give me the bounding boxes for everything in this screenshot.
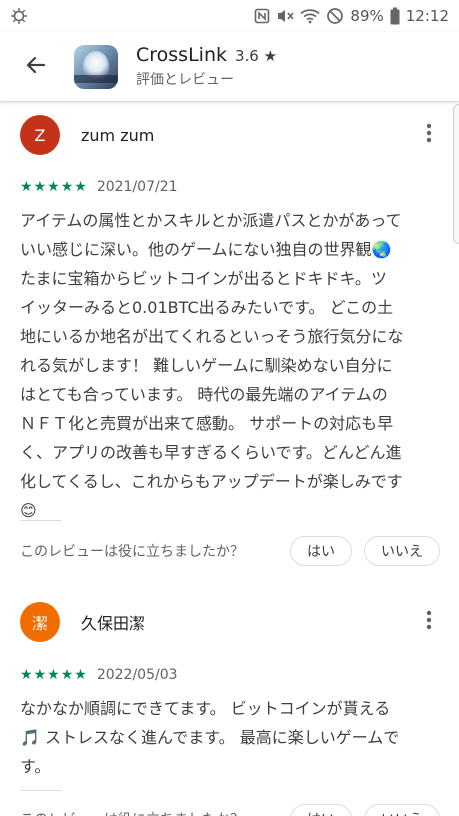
review-line: なかなか順調にできてます。 ビットコインが貰える: [20, 699, 391, 718]
helpful-question: このレビューは役に立ちましたか？: [20, 809, 244, 816]
review-line: 地にいるか地名が出てくれるといっそう旅行気分にな: [20, 327, 404, 346]
review-line: アイテムの属性とかスキルとか派遣パスとかがあって: [20, 211, 402, 230]
wifi-icon: [300, 8, 320, 24]
review-line: はとても合っています。 時代の最先端のアイテムの: [20, 385, 388, 404]
app-icon: [74, 44, 118, 89]
helpful-question: このレビューは役に立ちましたか？: [20, 544, 244, 560]
review-text: アイテムの属性とかスキルとか派遣パスとかがあって いい感じに深い。他のゲームにな…: [20, 206, 440, 525]
review-line: 🎵 ストレスなく進んでます。 最高に楽しいゲームで: [20, 728, 400, 747]
review-rating: ★ ★ ★ ★ ★ 2021/07/21: [20, 179, 178, 195]
star-icon: ★: [60, 667, 74, 683]
app-titles: CrossLink 3.6 ★ 評価とレビュー: [136, 44, 277, 89]
review-line: イッターみると0.01BTC出るみたいです。 どこの土: [20, 298, 394, 317]
clock: 12:12: [405, 7, 449, 25]
helpful-no-button[interactable]: いいえ: [364, 804, 440, 816]
helpful-no-button[interactable]: いいえ: [364, 536, 440, 566]
review-line: く、アプリの改善も早すぎるくらいです。どんどん進: [20, 443, 402, 462]
review-line: たまに宝箱からビットコインが出るとドキドキ。ツ: [20, 269, 387, 288]
app-rating-value: 3.6: [235, 47, 259, 65]
avatar: Z: [20, 115, 60, 155]
helpful-yes-button[interactable]: はい: [290, 536, 352, 566]
sync-icon: [10, 7, 28, 25]
star-icon: ★: [33, 667, 47, 683]
divider: [20, 520, 62, 521]
helpful-yes-button[interactable]: はい: [290, 804, 352, 816]
app-bar: CrossLink 3.6 ★ 評価とレビュー: [0, 32, 459, 102]
dnd-icon: [326, 7, 344, 25]
review-line: ＮＦＴ化と売買が出来て感動。 サポートの対応も早: [20, 414, 394, 433]
review-more-button[interactable]: [417, 602, 441, 642]
battery-percent: 89%: [350, 7, 384, 25]
avatar: 潔: [20, 602, 60, 642]
review-line: 😊: [20, 501, 37, 520]
app-rating: 3.6 ★: [235, 47, 277, 65]
review-rating: ★ ★ ★ ★ ★ 2022/05/03: [20, 667, 178, 683]
review-line: れる気がします！ 難しいゲームに馴染めない自分に: [20, 356, 393, 375]
review-date: 2021/07/21: [96, 179, 178, 195]
back-button[interactable]: [12, 43, 60, 91]
star-icon: ★: [20, 179, 33, 195]
helpful-row: このレビューは役に立ちましたか？ はい いいえ: [20, 536, 440, 566]
star-icon: ★: [74, 179, 87, 195]
more-vert-icon: [426, 123, 432, 147]
star-icon: ★: [263, 47, 278, 65]
review-line: 化してくるし、これからもアップデートが楽しみです: [20, 472, 403, 491]
review-date: 2022/05/03: [96, 667, 178, 683]
reviewer-name: zum zum: [81, 125, 155, 145]
battery-icon: [390, 7, 400, 25]
helpful-row: このレビューは役に立ちましたか？ はい いいえ: [20, 804, 440, 816]
star-icon: ★: [47, 179, 60, 195]
app-name: CrossLink: [136, 44, 227, 66]
status-bar: 89% 12:12: [0, 0, 459, 32]
mute-icon: [276, 8, 295, 24]
star-icon: ★: [20, 667, 33, 683]
star-icon: ★: [74, 667, 87, 683]
star-rating: ★ ★ ★ ★ ★: [20, 180, 87, 194]
star-rating: ★ ★ ★ ★ ★: [20, 668, 87, 682]
review-text: なかなか順調にできてます。 ビットコインが貰える 🎵 ストレスなく進んでます。 …: [20, 694, 440, 781]
review-more-button[interactable]: [417, 115, 441, 155]
review-line: いい感じに深い。他のゲームにない独自の世界観🌏: [20, 240, 392, 259]
star-icon: ★: [60, 179, 74, 195]
review-line: す。: [20, 757, 51, 776]
scrollbar[interactable]: [453, 104, 459, 244]
reviewer-name: 久保田潔: [81, 614, 146, 633]
back-arrow-icon: [24, 53, 48, 81]
divider: [20, 790, 62, 791]
nfc-icon: [254, 8, 270, 24]
page-subtitle: 評価とレビュー: [136, 72, 234, 88]
star-icon: ★: [33, 179, 47, 195]
star-icon: ★: [47, 667, 60, 683]
more-vert-icon: [426, 610, 432, 634]
